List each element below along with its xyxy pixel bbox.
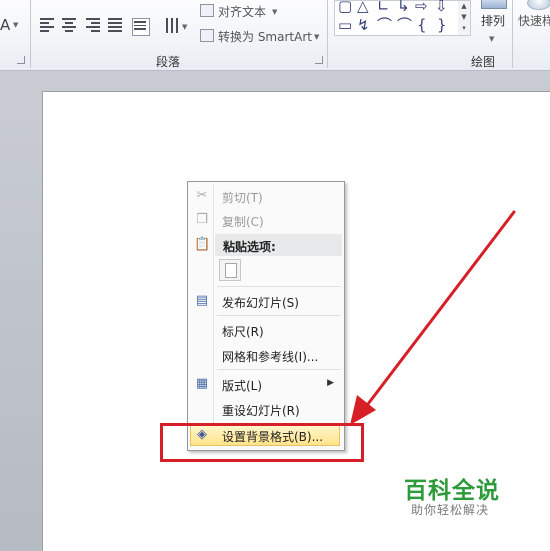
- menu-item-reset-slide[interactable]: 重设幻灯片(R): [190, 398, 340, 420]
- paste-keep-formatting-button[interactable]: [219, 259, 241, 281]
- menu-item-grid-guides[interactable]: 网格和参考线(I)...: [190, 344, 340, 366]
- watermark-subtitle: 助你轻松解决: [411, 503, 490, 517]
- menu-item-layout[interactable]: ▦ 版式(L) ▶: [190, 373, 340, 395]
- paragraph-dialog-launcher[interactable]: [315, 56, 323, 64]
- rounded-rectangle-shape-icon[interactable]: ▭: [338, 17, 352, 33]
- align-left-button[interactable]: [40, 18, 56, 34]
- submenu-arrow-icon: ▶: [327, 378, 334, 388]
- quick-styles-button[interactable]: 快速样: [518, 12, 550, 29]
- scissors-icon: ✂: [196, 188, 208, 203]
- clipboard-icon: [225, 263, 237, 278]
- scroll-down-icon[interactable]: ▼: [458, 12, 470, 23]
- menu-item-copy[interactable]: ❐ 复制(C): [190, 209, 340, 231]
- right-brace-shape-icon[interactable]: }: [437, 17, 447, 33]
- lightning-shape-icon[interactable]: ↯: [357, 17, 370, 33]
- paste-icon: 📋: [194, 237, 211, 252]
- chevron-down-icon[interactable]: ▼: [13, 21, 18, 29]
- quick-styles-icon[interactable]: [527, 0, 550, 10]
- annotation-highlight-box: [160, 423, 364, 462]
- align-center-button[interactable]: [62, 18, 78, 34]
- right-arrow-shape-icon[interactable]: ⇨: [415, 0, 428, 14]
- chevron-down-icon[interactable]: ▼: [272, 8, 277, 16]
- convert-smartart-button[interactable]: 转换为 SmartArt: [218, 28, 312, 45]
- context-menu: ✂ 剪切(T) ❐ 复制(C) 📋 粘贴选项: ▤ 发布幻灯片(S) 标尺(R)…: [187, 181, 345, 451]
- columns-button[interactable]: [165, 18, 181, 34]
- arc-shape-icon[interactable]: ⌒: [377, 17, 392, 33]
- align-text-icon: [200, 4, 214, 17]
- rectangle-shape-icon[interactable]: ▢: [338, 0, 352, 14]
- smartart-icon: [200, 29, 214, 42]
- chevron-down-icon[interactable]: ▼: [489, 35, 494, 43]
- triangle-shape-icon[interactable]: △: [357, 0, 369, 14]
- paste-options-header: 粘贴选项:: [215, 234, 342, 256]
- watermark-title: 百科全说: [404, 478, 500, 504]
- menu-separator: [217, 369, 341, 370]
- menu-item-cut[interactable]: ✂ 剪切(T): [190, 185, 340, 207]
- align-right-button[interactable]: [86, 18, 102, 34]
- left-brace-shape-icon[interactable]: {: [417, 17, 427, 33]
- ribbon-divider: [327, 0, 328, 68]
- arrange-button[interactable]: 排列: [481, 12, 505, 29]
- arrange-icon[interactable]: [481, 0, 507, 9]
- publish-icon: ▤: [195, 293, 209, 308]
- drawing-group-label: 绘图: [471, 55, 496, 69]
- chevron-down-icon[interactable]: ▼: [314, 33, 319, 41]
- ribbon-divider: [30, 0, 31, 68]
- menu-item-publish-slides[interactable]: ▤ 发布幻灯片(S): [190, 290, 340, 312]
- menu-separator: [217, 286, 341, 287]
- paragraph-group-label: 段落: [156, 55, 181, 69]
- menu-item-ruler[interactable]: 标尺(R): [190, 319, 340, 341]
- ribbon-divider: [512, 0, 513, 68]
- copy-icon: ❐: [196, 212, 208, 227]
- distribute-button[interactable]: [132, 18, 150, 36]
- ribbon: A ▼ ▼ 对齐文本 ▼ 转换为 SmartArt ▼ 段落 ▢ △ ∟ ↳ ⇨…: [0, 0, 550, 71]
- chevron-down-icon[interactable]: ▼: [182, 23, 187, 31]
- menu-separator: [217, 315, 341, 316]
- align-text-button[interactable]: 对齐文本: [218, 3, 266, 20]
- gallery-more-icon[interactable]: ▾: [458, 23, 470, 34]
- shapes-gallery-scroll[interactable]: ▲ ▼ ▾: [458, 0, 471, 36]
- elbow-arrow-shape-icon[interactable]: ↳: [397, 0, 410, 14]
- curve-shape-icon[interactable]: ⌒: [397, 17, 412, 33]
- font-dialog-launcher[interactable]: [17, 56, 25, 64]
- connector-shape-icon[interactable]: ∟: [377, 0, 390, 14]
- justify-button[interactable]: [108, 18, 124, 34]
- font-color-button[interactable]: A: [0, 16, 10, 34]
- scroll-up-icon[interactable]: ▲: [458, 1, 470, 12]
- down-arrow-shape-icon[interactable]: ⇩: [435, 0, 448, 14]
- shapes-gallery[interactable]: ▢ △ ∟ ↳ ⇨ ⇩ ▭ ↯ ⌒ ⌒ { }: [334, 0, 460, 36]
- layout-icon: ▦: [195, 376, 209, 391]
